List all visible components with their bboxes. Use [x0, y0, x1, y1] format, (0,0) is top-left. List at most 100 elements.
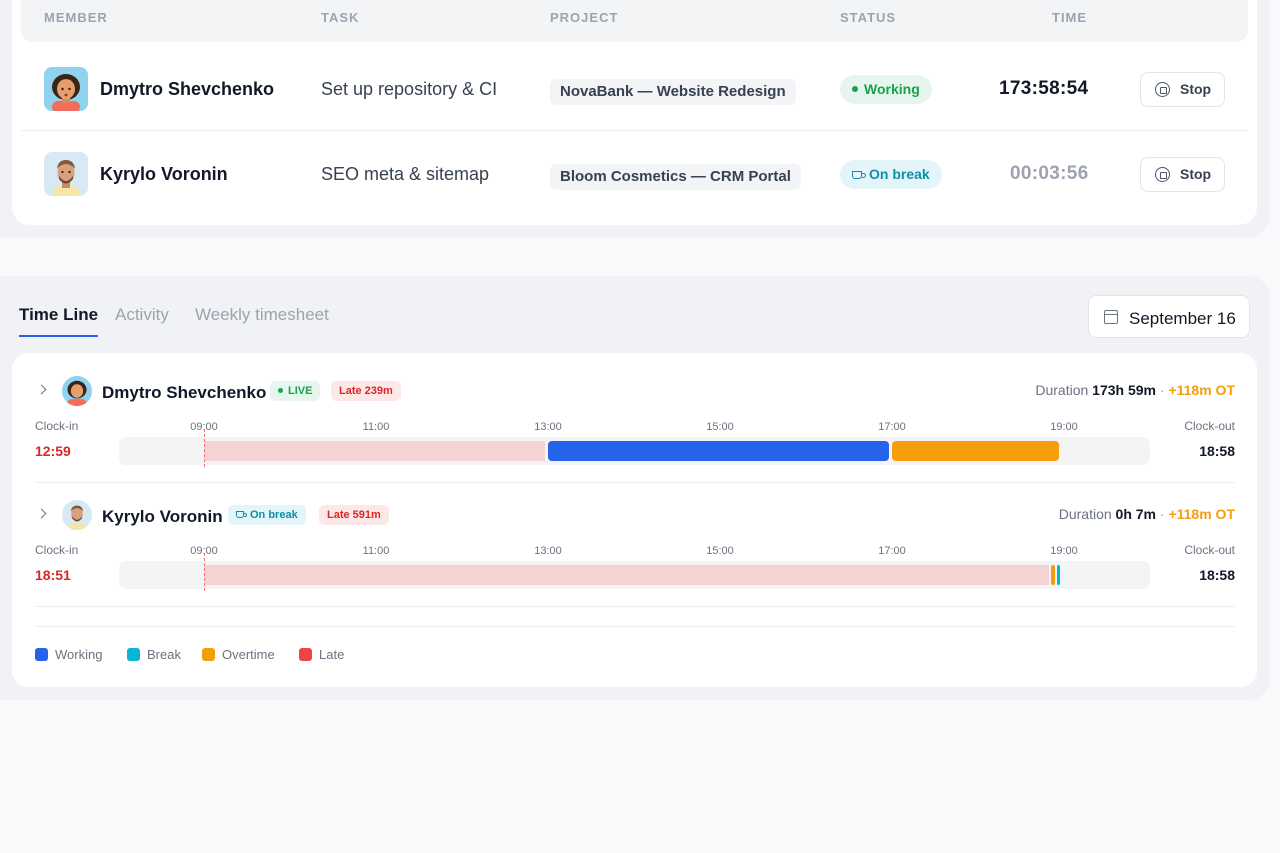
elapsed-time: 00:03:56 [1010, 163, 1089, 184]
segment-late [204, 441, 545, 461]
legend-item-overtime: Overtime [202, 647, 275, 662]
late-badge: Late 239m [331, 381, 401, 401]
tick-label: 19:00 [1050, 545, 1078, 557]
timeline-row: Dmytro Shevchenko LIVE Late 239m Duratio… [35, 360, 1235, 483]
avatar [44, 67, 88, 111]
timeline-legend: Working Break Overtime Late [35, 626, 1235, 666]
stop-button[interactable]: Stop [1140, 72, 1225, 107]
header-status: STATUS [840, 10, 897, 25]
stop-icon [1155, 167, 1170, 182]
duration-value: 173h 59m [1092, 382, 1156, 398]
status-label: On break [869, 166, 930, 182]
clock-in-value: 12:59 [35, 443, 71, 459]
legend-item-working: Working [35, 647, 102, 662]
header-task: TASK [321, 10, 360, 25]
header-time: TIME [1052, 10, 1088, 25]
segment-late [204, 565, 1050, 585]
live-label: LIVE [288, 385, 313, 397]
members-table-header: MEMBER TASK PROJECT STATUS TIME [21, 0, 1248, 42]
date-label: September 16 [1129, 309, 1236, 328]
segment-overtime [1051, 565, 1055, 585]
legend-label: Late [319, 647, 345, 662]
status-badge: Working [840, 75, 932, 104]
header-member: MEMBER [44, 10, 108, 25]
tab-activity[interactable]: Activity [115, 305, 169, 325]
member-name: Dmytro Shevchenko [100, 79, 275, 99]
clock-in-label: Clock-in [35, 419, 79, 433]
tab-time-line[interactable]: Time Line [19, 305, 99, 337]
task-name: SEO meta & sitemap [321, 164, 490, 184]
member-name: Kyrylo Voronin [102, 507, 223, 526]
tick-label: 13:00 [534, 421, 562, 433]
member-name: Dmytro Shevchenko [102, 383, 267, 402]
project-tag: NovaBank — Website Redesign [550, 79, 796, 105]
tick-label: 19:00 [1050, 421, 1078, 433]
chevron-right-icon[interactable] [36, 508, 47, 519]
legend-item-break: Break [127, 647, 181, 662]
tick-label: 11:00 [362, 545, 390, 557]
legend-swatch [299, 648, 312, 661]
legend-label: Break [147, 647, 181, 662]
chevron-right-icon[interactable] [36, 384, 47, 395]
clock-out-label: Clock-out [1184, 543, 1235, 557]
duration-summary: Duration 173h 59m · +118m OT [1035, 382, 1235, 398]
on-break-badge: On break [228, 505, 306, 525]
stop-label: Stop [1180, 166, 1212, 182]
dot-icon [278, 387, 283, 393]
date-picker-button[interactable]: September 16 [1088, 295, 1250, 338]
tick-label: 13:00 [534, 545, 562, 557]
project-tag: Bloom Cosmetics — CRM Portal [550, 164, 801, 190]
calendar-icon [1104, 310, 1118, 324]
duration-value: 0h 7m [1115, 506, 1156, 522]
stop-label: Stop [1180, 81, 1212, 97]
duration-label: Duration [1035, 382, 1089, 398]
overtime-value: +118m OT [1168, 506, 1235, 522]
avatar [62, 500, 92, 530]
legend-label: Overtime [222, 647, 275, 662]
legend-swatch [35, 648, 48, 661]
member-name: Kyrylo Voronin [100, 164, 228, 184]
timeline-row: Kyrylo Voronin On break Late 591m Durati… [35, 484, 1235, 607]
tick-label: 17:00 [878, 545, 906, 557]
table-row: Kyrylo Voronin SEO meta & sitemap Bloom … [21, 132, 1248, 216]
task-name: Set up repository & CI [321, 79, 498, 99]
duration-label: Duration [1058, 506, 1112, 522]
legend-item-late: Late [299, 647, 344, 662]
legend-label: Working [55, 647, 103, 662]
cup-icon [236, 511, 247, 518]
tick-label: 15:00 [706, 545, 734, 557]
legend-swatch [202, 648, 215, 661]
clock-out-value: 18:58 [1199, 567, 1235, 583]
header-project: PROJECT [550, 10, 619, 25]
clock-in-value: 18:51 [35, 567, 71, 583]
late-badge: Late 591m [319, 505, 389, 525]
status-badge: On break [840, 160, 942, 189]
stop-icon [1155, 82, 1170, 97]
tick-label: 17:00 [878, 421, 906, 433]
overtime-value: +118m OT [1168, 382, 1235, 398]
live-badge: LIVE [270, 381, 321, 401]
clock-out-label: Clock-out [1184, 419, 1235, 433]
segment-break [1056, 565, 1060, 585]
tick-label: 11:00 [362, 421, 390, 433]
duration-summary: Duration 0h 7m · +118m OT [1058, 506, 1235, 522]
timeline-track [119, 437, 1150, 465]
cup-icon [852, 171, 866, 179]
segment-working [548, 441, 889, 461]
timeline-track [119, 561, 1150, 589]
table-row: Dmytro Shevchenko Set up repository & CI… [21, 47, 1248, 131]
shift-start-marker [204, 429, 205, 467]
segment-overtime [892, 441, 1060, 461]
avatar [44, 152, 88, 196]
dot-icon [852, 86, 858, 93]
tab-weekly-timesheet[interactable]: Weekly timesheet [195, 305, 329, 325]
legend-swatch [127, 648, 140, 661]
clock-in-label: Clock-in [35, 543, 79, 557]
avatar [62, 376, 92, 406]
stop-button[interactable]: Stop [1140, 157, 1225, 192]
shift-start-marker [204, 553, 205, 591]
status-label: Working [864, 81, 920, 97]
elapsed-time: 173:58:54 [999, 78, 1089, 99]
tick-label: 15:00 [706, 421, 734, 433]
on-break-label: On break [250, 509, 298, 521]
